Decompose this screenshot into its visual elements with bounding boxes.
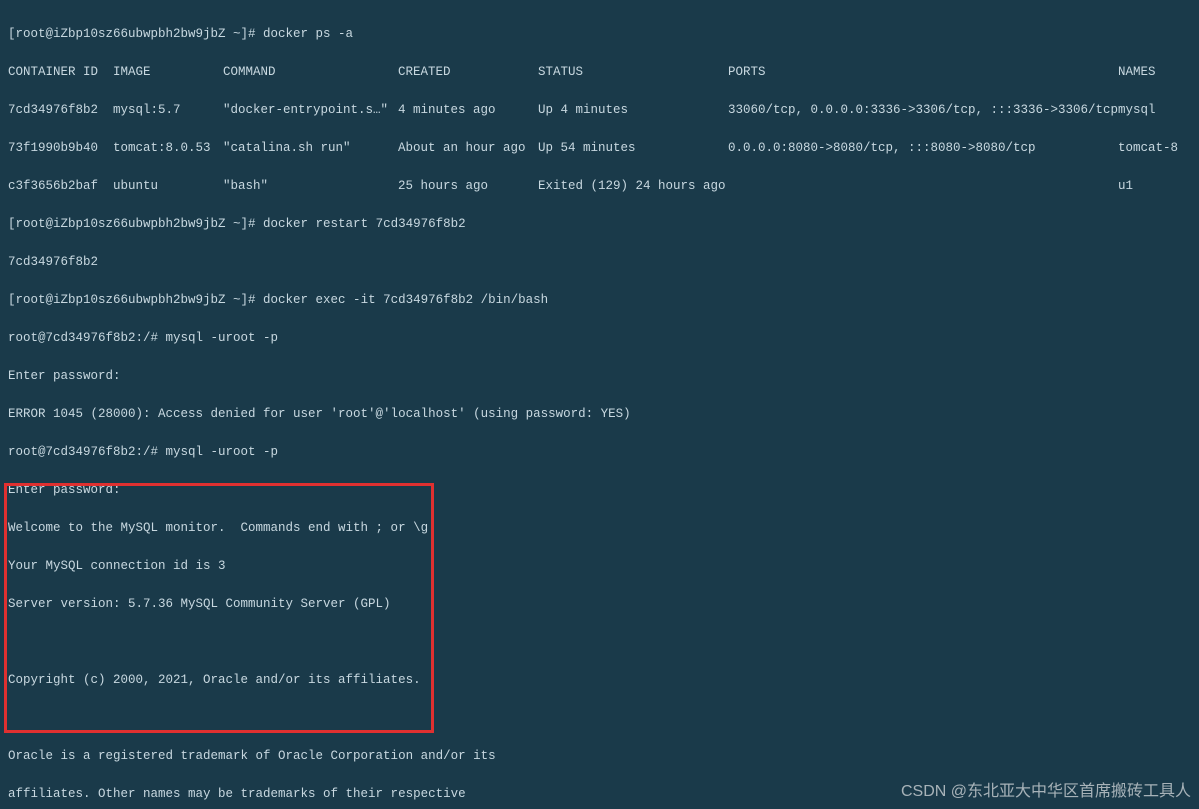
enter-password: Enter password: (8, 367, 1191, 386)
ps-row: 73f1990b9b40tomcat:8.0.53"catalina.sh ru… (8, 139, 1191, 158)
cmd-docker-restart: docker restart 7cd34976f8b2 (263, 217, 466, 231)
mysql-error: ERROR 1045 (28000): Access denied for us… (8, 405, 1191, 424)
enter-password: Enter password: (8, 481, 1191, 500)
mysql-version: Server version: 5.7.36 MySQL Community S… (8, 595, 1191, 614)
terminal-window[interactable]: [root@iZbp10sz66ubwpbh2bw9jbZ ~]# docker… (0, 0, 1199, 809)
container-prompt: root@7cd34976f8b2:/# (8, 445, 166, 459)
mysql-connid: Your MySQL connection id is 3 (8, 557, 1191, 576)
cmd-docker-ps: docker ps -a (263, 27, 353, 41)
ps-row: 7cd34976f8b2mysql:5.7"docker-entrypoint.… (8, 101, 1191, 120)
shell-prompt: [root@iZbp10sz66ubwpbh2bw9jbZ ~]# (8, 27, 263, 41)
mysql-oracle: Oracle is a registered trademark of Orac… (8, 747, 1191, 766)
mysql-copyright: Copyright (c) 2000, 2021, Oracle and/or … (8, 671, 1191, 690)
mysql-welcome: Welcome to the MySQL monitor. Commands e… (8, 519, 1191, 538)
shell-prompt: [root@iZbp10sz66ubwpbh2bw9jbZ ~]# (8, 293, 263, 307)
ps-row: c3f3656b2bafubuntu"bash"25 hours agoExit… (8, 177, 1191, 196)
shell-prompt: [root@iZbp10sz66ubwpbh2bw9jbZ ~]# (8, 217, 263, 231)
mysql-oracle: affiliates. Other names may be trademark… (8, 785, 1191, 804)
cmd-mysql-login: mysql -uroot -p (166, 445, 279, 459)
output-line: 7cd34976f8b2 (8, 253, 1191, 272)
container-prompt: root@7cd34976f8b2:/# (8, 331, 166, 345)
cmd-mysql-login: mysql -uroot -p (166, 331, 279, 345)
cmd-docker-exec: docker exec -it 7cd34976f8b2 /bin/bash (263, 293, 548, 307)
ps-header-row: CONTAINER IDIMAGECOMMANDCREATEDSTATUSPOR… (8, 63, 1191, 82)
